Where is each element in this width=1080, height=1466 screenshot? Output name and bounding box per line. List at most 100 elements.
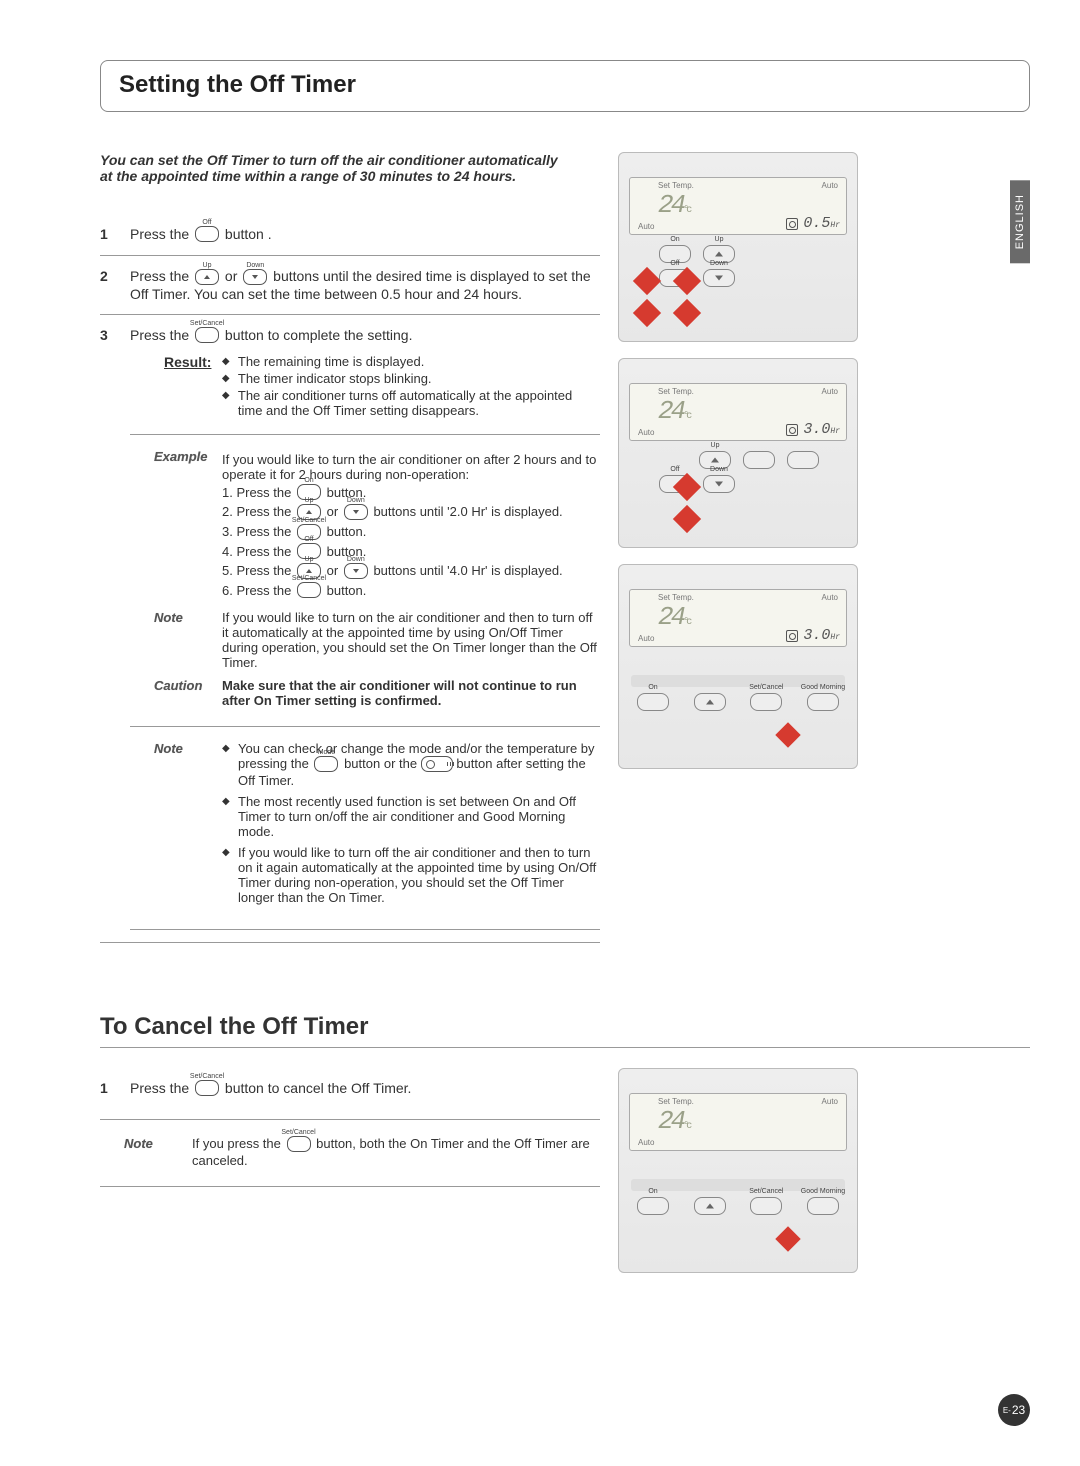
callout-arrow-icon: [673, 299, 701, 327]
remote-set-cancel-button: Set/Cancel: [750, 693, 782, 711]
remote-figure-3: Set Temp. Auto Auto 24°c 3.0Hr On Set/Ca…: [618, 564, 858, 769]
lcd-auto-r: Auto: [822, 593, 838, 602]
callout-arrow-icon: [673, 505, 701, 533]
lcd-auto-r: Auto: [822, 181, 838, 190]
lcd-auto-l: Auto: [638, 1138, 654, 1147]
note1-text: If you would like to turn on the air con…: [222, 610, 600, 670]
set-cancel-button-icon: [297, 582, 321, 598]
lcd-temp-value: 24: [658, 190, 683, 220]
lcd-temp-value: 24: [658, 396, 683, 426]
up-label: Up: [711, 442, 720, 449]
clock-off-icon: [786, 218, 798, 230]
ex-l6b: button.: [327, 583, 367, 598]
remote-figure-1: Set Temp. Auto Auto 24°c 0.5Hr On Up Off…: [618, 152, 858, 342]
lcd-temp-unit: °c: [683, 617, 689, 628]
down-button-icon: [344, 504, 368, 520]
ex-l1a: 1. Press the: [222, 485, 291, 500]
set-cancel-button-icon: [195, 1080, 219, 1096]
ex-l5a: 5. Press the: [222, 563, 291, 578]
down-label: Down: [710, 260, 728, 267]
step-2-text-pre: Press the: [130, 268, 189, 284]
remote-down-button: Down: [703, 475, 735, 493]
step-1: 1 Press the button .: [100, 214, 600, 255]
section-title-box: Setting the Off Timer: [100, 60, 1030, 112]
temp-adjust-button-icon: [421, 756, 453, 772]
ex-l4a: 4. Press the: [222, 544, 291, 559]
cancel-step-1-number: 1: [100, 1080, 114, 1097]
lcd-display: Set Temp. Auto Auto 24°c 3.0Hr: [629, 383, 847, 441]
ex-l6a: 6. Press the: [222, 583, 291, 598]
lcd-display: Set Temp. Auto Auto 24°c: [629, 1093, 847, 1151]
cancel-step-1: 1 Press the button to cancel the Off Tim…: [100, 1068, 600, 1109]
section1-title: Setting the Off Timer: [119, 71, 1011, 99]
lcd-auto-r: Auto: [822, 1097, 838, 1106]
step-2: 2 Press the or buttons until the desired…: [100, 255, 600, 313]
lcd-set-temp-label: Set Temp.: [658, 593, 694, 602]
remote-up-button: [694, 1197, 726, 1215]
down-button-icon: [344, 563, 368, 579]
callout-arrow-icon: [633, 267, 661, 295]
up-button-icon: [195, 269, 219, 285]
ex-l2mid: or: [327, 504, 339, 519]
ex-l2b: buttons until '2.0 Hr' is displayed.: [373, 504, 562, 519]
cancel-step-pre: Press the: [130, 1080, 189, 1096]
page-number-prefix: E-: [1003, 1406, 1011, 1415]
lcd-temp-unit: °c: [683, 411, 689, 422]
on-label: On: [670, 236, 679, 243]
goodmorn-label: Good Morning: [801, 1188, 845, 1195]
mode-button-icon: [314, 756, 338, 772]
note2-b1b: button or the: [344, 756, 417, 771]
remote-on-button: On: [637, 1197, 669, 1215]
lcd-auto-l: Auto: [638, 634, 654, 643]
result-label: Result:: [164, 354, 218, 370]
lcd-set-temp-label: Set Temp.: [658, 1097, 694, 1106]
lcd-temp-value: 24: [658, 602, 683, 632]
language-tab: ENGLISH: [1010, 180, 1030, 263]
remote-good-morning-button: Good Morning: [807, 1197, 839, 1215]
remote-good-morning-button: Good Morning: [807, 693, 839, 711]
step-2-number: 2: [100, 268, 114, 301]
caution-text: Make sure that the air conditioner will …: [222, 678, 600, 708]
note2-b2: The most recently used function is set b…: [222, 794, 600, 839]
remote-set-cancel-button: Set/Cancel: [750, 1197, 782, 1215]
section2-title: To Cancel the Off Timer: [100, 1013, 1030, 1048]
lcd-auto-r: Auto: [822, 387, 838, 396]
fig2-timer-value: 3.0: [803, 421, 830, 438]
clock-off-icon: [786, 630, 798, 642]
lcd-temp-unit: °c: [683, 205, 689, 216]
step-3-number: 3: [100, 327, 114, 930]
fig2-timer-unit: Hr: [830, 427, 840, 436]
step-1-text-post: button .: [225, 226, 272, 242]
off-label: Off: [670, 466, 679, 473]
fig3-timer-unit: Hr: [830, 633, 840, 642]
on-label: On: [648, 1188, 657, 1195]
callout-arrow-icon: [775, 722, 800, 747]
on-label: On: [648, 684, 657, 691]
lcd-temp-value: 24: [658, 1106, 683, 1136]
section1-intro: You can set the Off Timer to turn off th…: [100, 152, 560, 184]
remote-up-button: [694, 693, 726, 711]
step-1-number: 1: [100, 226, 114, 243]
result-bullet-2: The timer indicator stops blinking.: [222, 371, 598, 386]
lcd-set-temp-label: Set Temp.: [658, 181, 694, 190]
set-cancel-button-icon: [195, 327, 219, 343]
fig1-timer-unit: Hr: [830, 221, 840, 230]
callout-arrow-icon: [775, 1226, 800, 1251]
lcd-auto-l: Auto: [638, 222, 654, 231]
goodmorn-label: Good Morning: [801, 684, 845, 691]
note2-tag: Note: [154, 741, 210, 911]
remote-figure-4: Set Temp. Auto Auto 24°c On Set/Cancel G…: [618, 1068, 858, 1273]
example-heading: If you would like to turn the air condit…: [222, 452, 600, 482]
remote-blank-button: [787, 451, 819, 469]
ex-l5b: buttons until '4.0 Hr' is displayed.: [373, 563, 562, 578]
cancel-note-tag: Note: [124, 1136, 180, 1168]
clock-off-icon: [786, 424, 798, 436]
remote-on-button: On: [637, 693, 669, 711]
step-3-text-pre: Press the: [130, 327, 189, 343]
off-button-icon: [195, 226, 219, 242]
step-2-text-mid: or: [225, 268, 237, 284]
setcancel-label: Set/Cancel: [749, 1188, 783, 1195]
remote-down-button: Down: [703, 269, 735, 287]
ex-l3a: 3. Press the: [222, 524, 291, 539]
fig1-timer-value: 0.5: [803, 215, 830, 232]
